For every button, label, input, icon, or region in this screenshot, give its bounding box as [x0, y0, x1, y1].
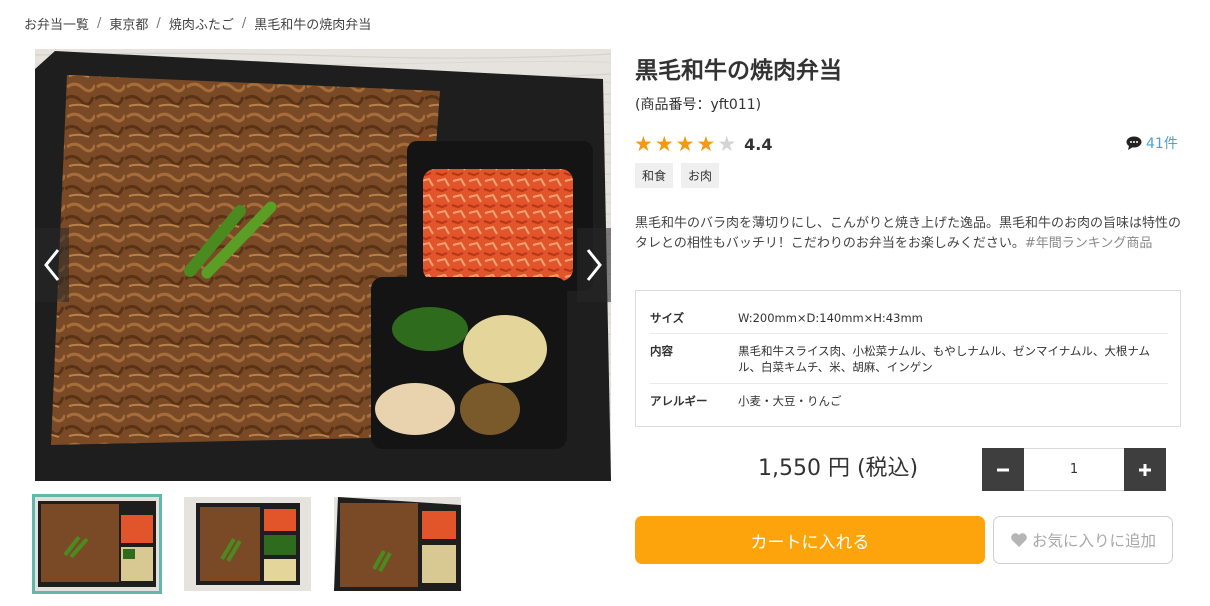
- product-main-image: [35, 49, 611, 481]
- chevron-right-icon: [586, 249, 602, 281]
- tag-list: 和食 お肉: [635, 163, 720, 188]
- product-price: 1,550 円 (税込): [758, 456, 919, 481]
- spec-row-allergy: アレルギー 小麦・大豆・りんご: [650, 384, 1168, 417]
- product-code: (商品番号：yft011): [635, 97, 762, 113]
- star-icon: ★: [675, 132, 695, 156]
- next-image-button[interactable]: [577, 228, 611, 302]
- star-icon: ★: [696, 132, 716, 156]
- product-title: 黒毛和牛の焼肉弁当: [635, 58, 842, 84]
- breadcrumb-separator: /: [156, 16, 161, 31]
- breadcrumb-separator: /: [97, 16, 102, 31]
- tag-washoku[interactable]: 和食: [635, 163, 674, 188]
- heart-icon: [1011, 533, 1027, 547]
- spec-table: サイズ W:200mm×D:140mm×H:43mm 内容 黒毛和牛スライス肉、…: [635, 290, 1181, 427]
- breadcrumb-separator: /: [241, 16, 247, 31]
- chevron-left-icon: [44, 249, 60, 281]
- decrease-quantity-button[interactable]: [982, 448, 1024, 491]
- thumbnail-2[interactable]: [184, 497, 311, 591]
- prev-image-button[interactable]: [35, 228, 69, 302]
- breadcrumb-item-current: 黒毛和牛の焼肉弁当: [254, 18, 372, 33]
- thumbnail-3[interactable]: [334, 497, 461, 591]
- comment-icon: [1126, 136, 1142, 150]
- star-empty-icon: ★: [717, 132, 737, 156]
- breadcrumb: お弁当一覧 / 東京都 / 焼肉ふたご / 黒毛和牛の焼肉弁当: [24, 14, 371, 33]
- thumbnail-1[interactable]: [32, 494, 162, 594]
- breadcrumb-item-bento-list[interactable]: お弁当一覧: [24, 14, 89, 33]
- description-hashtag[interactable]: #年間ランキング商品: [1025, 236, 1153, 251]
- plus-icon: [1139, 463, 1151, 476]
- quantity-stepper: [982, 448, 1166, 491]
- increase-quantity-button[interactable]: [1124, 448, 1166, 491]
- spec-row-size: サイズ W:200mm×D:140mm×H:43mm: [650, 297, 1168, 334]
- spec-key: アレルギー: [650, 394, 708, 408]
- product-description: 黒毛和牛のバラ肉を薄切りにし、こんがりと焼き上げた逸品。黒毛和牛のお肉の旨味は特…: [635, 214, 1183, 254]
- breadcrumb-item-shop[interactable]: 焼肉ふたご: [169, 14, 234, 33]
- spec-value: W:200mm×D:140mm×H:43mm: [738, 311, 923, 325]
- quantity-input[interactable]: [1024, 448, 1124, 491]
- spec-row-contents: 内容 黒毛和牛スライス肉、小松菜ナムル、もやしナムル、ゼンマイナムル、大根ナムル…: [650, 334, 1168, 384]
- breadcrumb-item-tokyo[interactable]: 東京都: [109, 14, 148, 33]
- spec-key: 内容: [650, 344, 673, 358]
- spec-key: サイズ: [650, 311, 685, 325]
- star-icon: ★: [654, 132, 674, 156]
- add-to-favorites-label: お気に入りに追加: [1031, 532, 1156, 550]
- star-icon: ★: [634, 132, 653, 156]
- minus-icon: [997, 468, 1009, 471]
- add-to-favorites-button[interactable]: お気に入りに追加: [993, 516, 1173, 564]
- rating-stars: ★ ★ ★ ★ ★ 4.4: [634, 132, 772, 156]
- spec-value: 黒毛和牛スライス肉、小松菜ナムル、もやしナムル、ゼンマイナムル、大根ナムル、白菜…: [738, 344, 1151, 374]
- add-to-cart-button[interactable]: カートに入れる: [635, 516, 985, 564]
- spec-value: 小麦・大豆・りんご: [738, 394, 842, 408]
- review-count[interactable]: 41件: [1146, 133, 1178, 153]
- add-to-cart-label: カートに入れる: [750, 532, 870, 553]
- tag-oniku[interactable]: お肉: [681, 163, 720, 188]
- review-count-link[interactable]: 41件: [1126, 133, 1178, 153]
- rating-value: 4.4: [744, 134, 773, 154]
